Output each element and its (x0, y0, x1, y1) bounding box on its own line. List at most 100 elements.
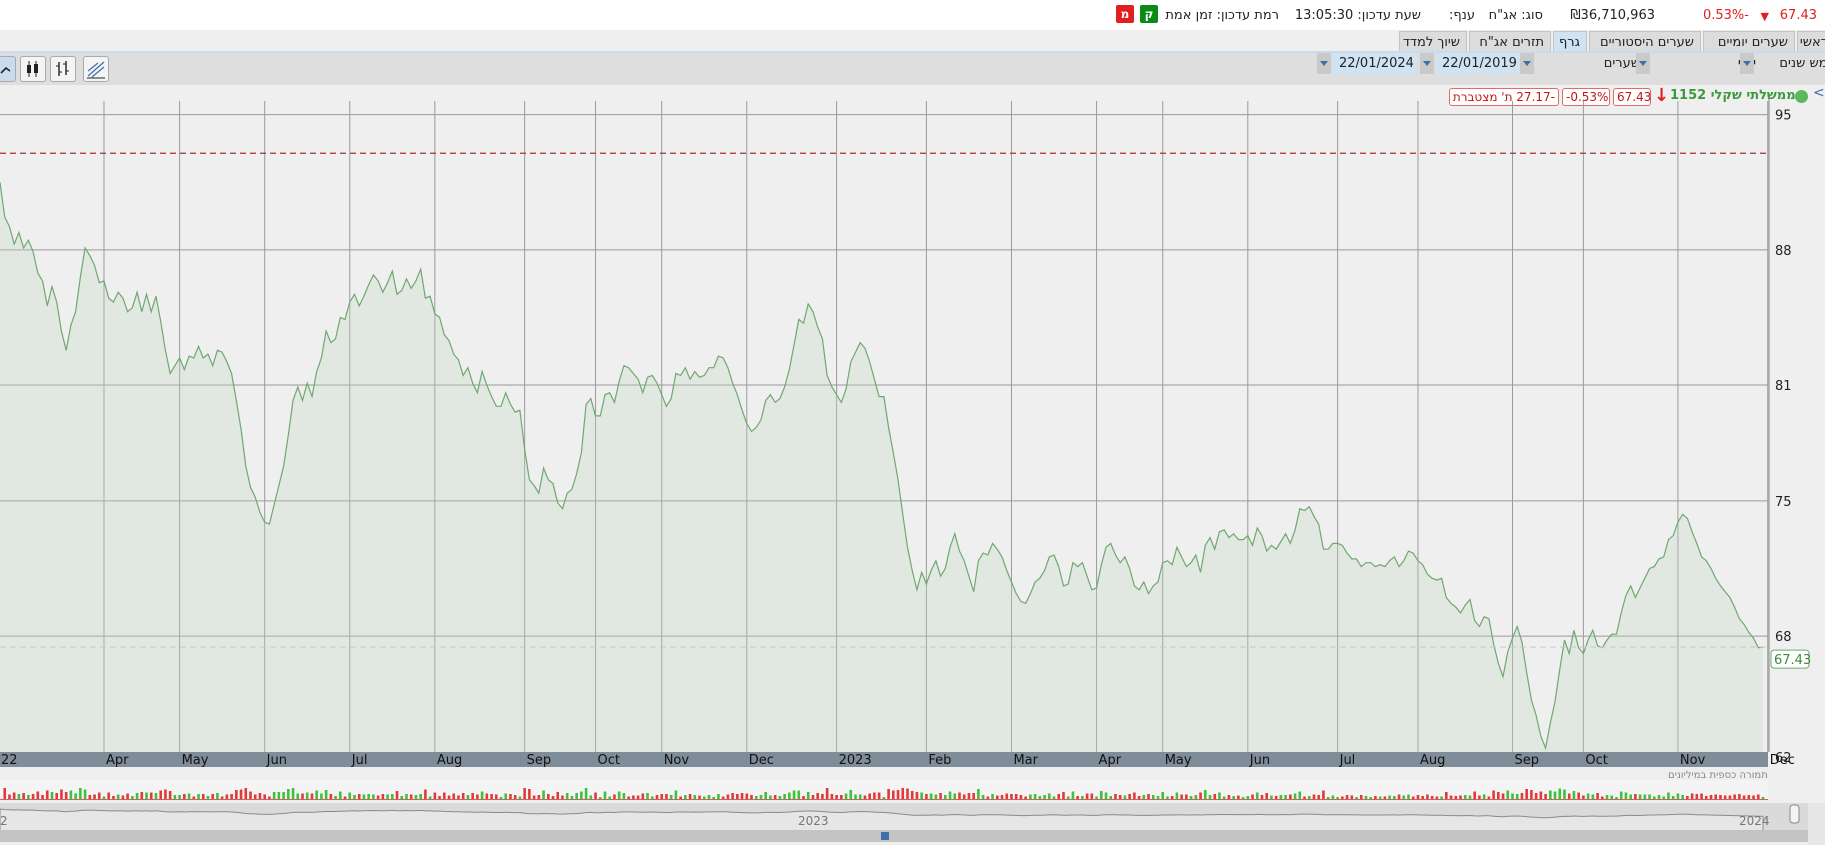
volume-bar (1690, 793, 1694, 799)
volume-bar (490, 794, 493, 799)
navigator-handle[interactable] (1789, 804, 1800, 824)
volume-bar (1426, 794, 1429, 799)
volume-bar (1539, 791, 1543, 799)
volume-bar (1047, 793, 1051, 799)
volume-bar (929, 793, 933, 799)
volume-bar (679, 796, 682, 799)
volume-bar (523, 788, 526, 799)
volume-bar (1449, 795, 1453, 799)
volume-bar (27, 795, 30, 799)
volume-bar (528, 789, 531, 799)
volume-bar (461, 793, 465, 799)
volume-bar (1624, 792, 1628, 799)
y-tick-label: 81 (1775, 379, 1792, 394)
volume-bar (665, 794, 668, 799)
volume-bar (315, 790, 318, 799)
volume-bar (1530, 790, 1533, 799)
volume-bar (471, 793, 474, 799)
volume-bar (655, 795, 659, 799)
month-tick-label: Jun (266, 753, 287, 768)
volume-bar (532, 795, 536, 799)
volume-bar (149, 792, 153, 799)
volume-bar (1185, 794, 1188, 799)
volume-bar (1756, 794, 1760, 799)
volume-bar (258, 793, 262, 799)
volume-bar (1402, 795, 1406, 799)
volume-bar (1600, 796, 1604, 799)
volume-bar (1147, 794, 1150, 799)
volume-bar (93, 794, 96, 799)
volume-bar (414, 795, 418, 799)
volume-bar (835, 795, 838, 799)
volume-bar (1090, 793, 1094, 799)
volume-bar (1435, 796, 1439, 799)
volume-bar (1686, 796, 1689, 799)
volume-bar (1255, 792, 1259, 799)
volume-bar (1511, 793, 1514, 799)
volume-bar (324, 790, 328, 799)
volume-bar (953, 793, 957, 799)
volume-bar (211, 794, 214, 799)
volume-bar (1501, 793, 1505, 799)
volume-bar (1066, 796, 1070, 799)
volume-bar (1445, 792, 1448, 799)
volume-bar (1728, 795, 1732, 799)
volume-bar (1700, 793, 1703, 799)
volume-bar (282, 792, 285, 799)
volume-bar (717, 794, 720, 799)
volume-bar (64, 792, 68, 799)
volume-bar (1218, 792, 1221, 799)
volume-bar (627, 796, 630, 799)
volume-bar (433, 792, 437, 799)
volume-bar (1525, 789, 1528, 799)
volume-bar (1104, 792, 1108, 799)
volume-bar (759, 795, 763, 799)
volume-bar (1752, 795, 1755, 799)
month-tick-label: Oct (1585, 753, 1607, 768)
volume-bar (1180, 794, 1183, 799)
scrollbar-track (0, 830, 1808, 842)
volume-bar (409, 794, 413, 799)
volume-bar (1326, 797, 1330, 799)
volume-bar (173, 795, 177, 799)
volume-bar (1742, 795, 1746, 799)
volume-bar (1515, 794, 1519, 799)
volume-bar (1567, 793, 1571, 799)
volume-bar (291, 788, 295, 799)
volume-bar (1000, 795, 1004, 799)
volume-bar (476, 794, 479, 799)
volume-bar (962, 794, 966, 799)
volume-bar (372, 794, 375, 799)
month-tick-label: 22 (1, 753, 18, 768)
volume-bar (1265, 793, 1269, 799)
volume-bar (1062, 792, 1065, 799)
volume-bar (442, 792, 446, 799)
volume-bar (1383, 796, 1387, 799)
volume-bar (1407, 794, 1410, 799)
volume-bar (1038, 796, 1042, 799)
scrollbar-thumb[interactable] (881, 832, 889, 840)
volume-bar (1128, 794, 1131, 799)
volume-bar (1359, 795, 1363, 799)
volume-bar (424, 789, 427, 799)
volume-bar (1246, 796, 1250, 799)
volume-bar (580, 791, 583, 799)
volume-bar (1241, 797, 1245, 799)
volume-bar (858, 794, 862, 799)
volume-bar (31, 794, 35, 799)
volume-bar (480, 791, 484, 799)
volume-bar (1463, 795, 1467, 799)
volume-bar (1572, 791, 1576, 799)
volume-bar (750, 795, 753, 799)
scrollbar-corner (1808, 803, 1825, 845)
volume-bar (1213, 794, 1217, 799)
volume-bar (1010, 794, 1013, 799)
month-tick-label: Feb (928, 753, 951, 768)
volume-bar (684, 795, 687, 799)
volume-bar (1170, 796, 1174, 799)
volume-bar (977, 789, 980, 799)
volume-bar (1189, 796, 1193, 799)
volume-bar (693, 795, 697, 799)
volume-bar (825, 788, 829, 799)
volume-bar (603, 791, 607, 799)
